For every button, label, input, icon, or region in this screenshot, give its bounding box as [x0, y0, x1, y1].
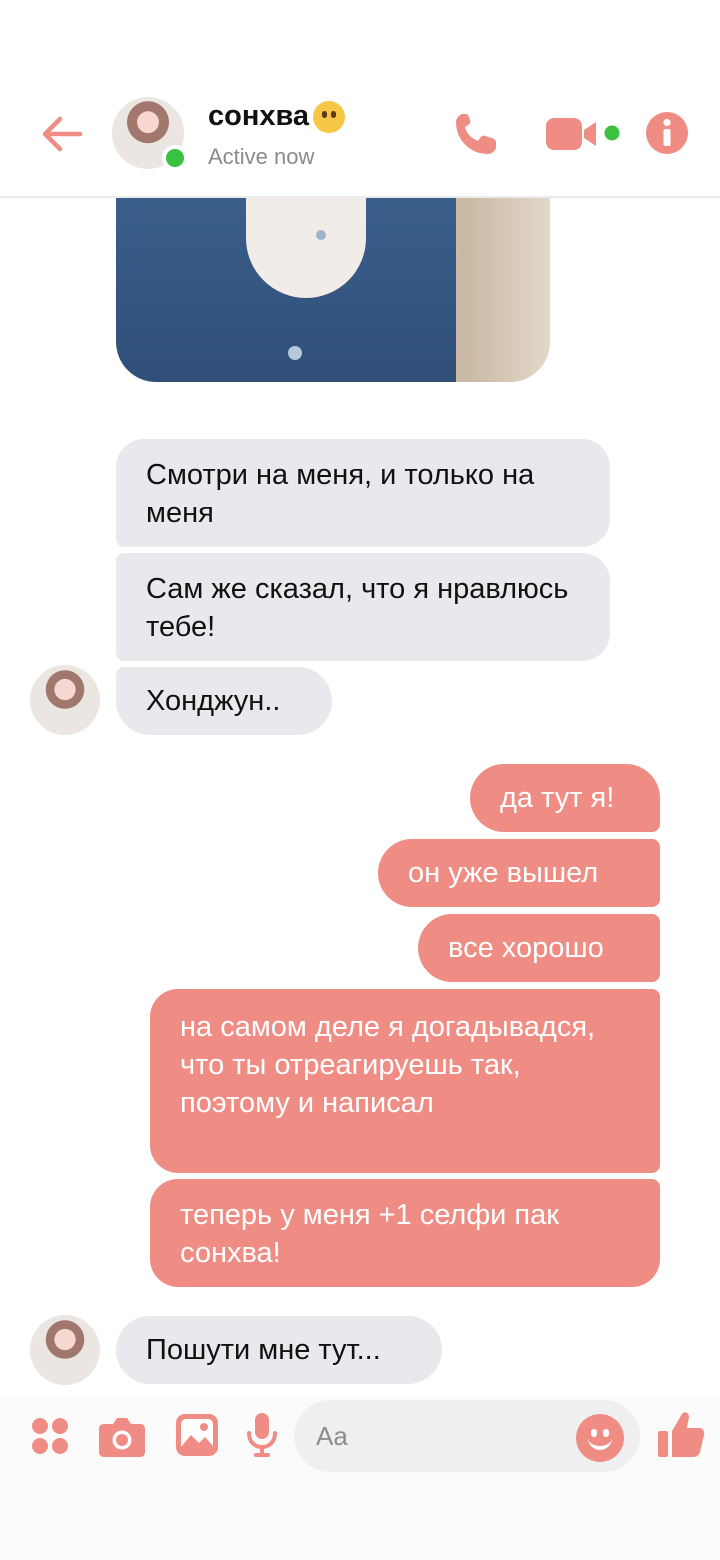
- photo-button: [316, 230, 326, 240]
- message-composer: Aa: [0, 1398, 720, 1560]
- sender-avatar[interactable]: [30, 665, 100, 735]
- active-status: Active now: [208, 144, 315, 169]
- video-call-icon[interactable]: [544, 112, 626, 156]
- apps-icon[interactable]: [30, 1416, 70, 1456]
- gallery-icon[interactable]: [175, 1413, 219, 1457]
- microphone-icon[interactable]: [246, 1412, 278, 1458]
- outgoing-message[interactable]: да тут я!: [470, 764, 660, 832]
- contact-avatar[interactable]: [112, 97, 188, 171]
- conversation-header: сонхва Active now: [0, 0, 720, 198]
- photo-button: [288, 346, 302, 360]
- no-mouth-emoji-icon: [313, 100, 346, 133]
- outgoing-message[interactable]: он уже вышел: [378, 839, 660, 907]
- emoji-icon[interactable]: [576, 1414, 624, 1462]
- contact-name-text: сонхва: [208, 100, 310, 132]
- contact-name[interactable]: сонхва: [208, 100, 346, 133]
- incoming-message[interactable]: Сам же сказал, что я нравлюсь тебе!: [116, 553, 610, 661]
- sender-avatar[interactable]: [30, 1315, 100, 1385]
- online-indicator: [162, 145, 188, 171]
- outgoing-message[interactable]: теперь у меня +1 селфи пак сонхва!: [150, 1179, 660, 1287]
- message-input-placeholder: Aa: [316, 1420, 348, 1451]
- info-icon[interactable]: [644, 110, 690, 156]
- shared-photo[interactable]: [116, 198, 550, 382]
- emoji-mouth: [588, 1438, 612, 1450]
- phone-call-icon[interactable]: [452, 110, 500, 158]
- thumbs-up-icon[interactable]: [656, 1410, 706, 1460]
- back-arrow-icon[interactable]: [36, 108, 88, 160]
- incoming-message[interactable]: Смотри на меня, и только на меня: [116, 439, 610, 547]
- message-thread[interactable]: Смотри на меня, и только на меня Сам же …: [0, 198, 720, 1398]
- camera-icon[interactable]: [98, 1414, 146, 1458]
- outgoing-message[interactable]: на самом деле я догадывадся, что ты отре…: [150, 989, 660, 1173]
- incoming-message[interactable]: Хонджун..: [116, 667, 332, 735]
- incoming-message[interactable]: Пошути мне тут...: [116, 1316, 442, 1384]
- outgoing-message[interactable]: все хорошо: [418, 914, 660, 982]
